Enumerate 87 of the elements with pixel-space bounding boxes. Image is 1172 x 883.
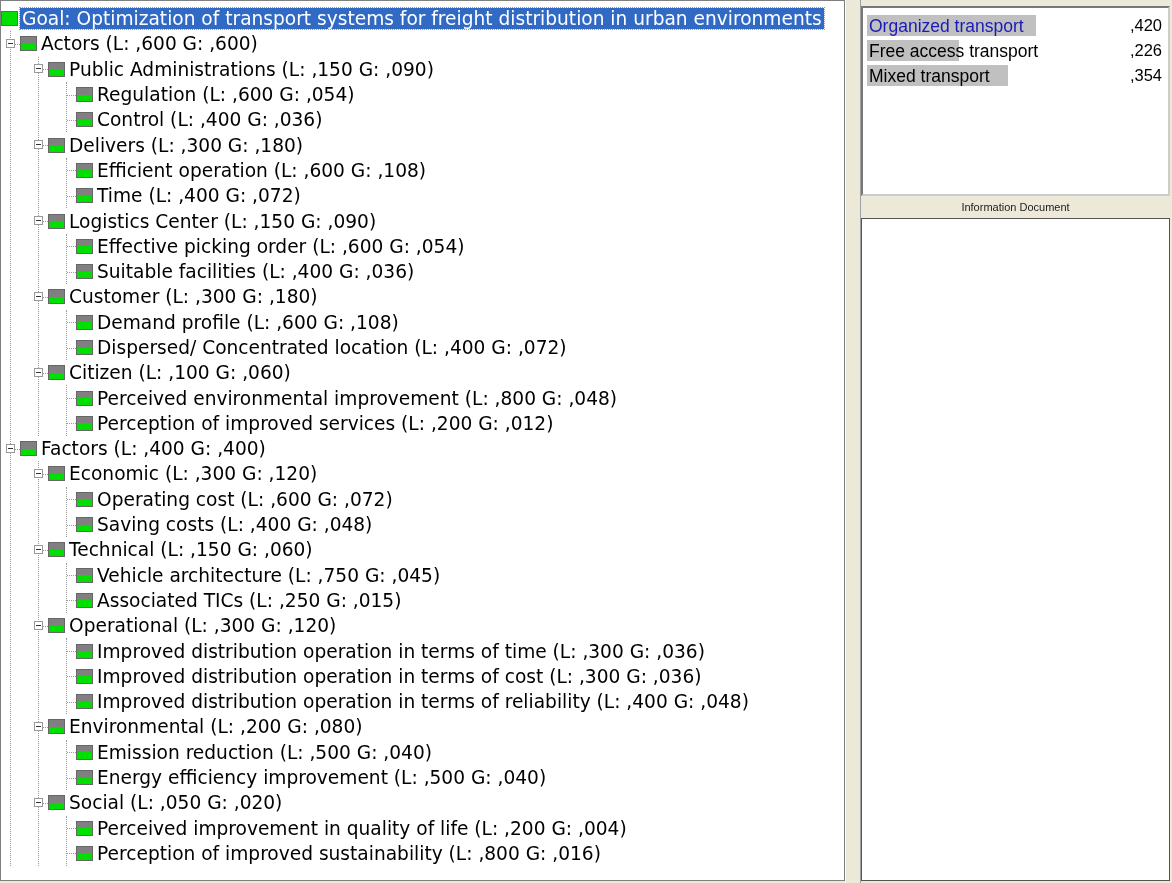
weight-icon bbox=[76, 643, 93, 659]
tree-item[interactable]: Technical (L: ,150 G: ,060) bbox=[67, 539, 315, 561]
tree-item[interactable]: Control (L: ,400 G: ,036) bbox=[95, 109, 325, 131]
tree-item[interactable]: Energy efficiency improvement (L: ,500 G: ,040) bbox=[95, 767, 549, 789]
tree-item[interactable]: Demand profile (L: ,600 G: ,108) bbox=[95, 311, 401, 333]
weight-icon bbox=[20, 441, 37, 457]
tree-item[interactable]: Economic (L: ,300 G: ,120) bbox=[67, 463, 320, 485]
weight-icon bbox=[76, 770, 93, 786]
weight-icon bbox=[76, 390, 93, 406]
weight-icon bbox=[76, 87, 93, 103]
weight-icon bbox=[48, 618, 65, 634]
weight-icon bbox=[76, 592, 93, 608]
collapse-icon[interactable] bbox=[34, 216, 43, 225]
weight-icon bbox=[76, 314, 93, 330]
weight-icon bbox=[76, 694, 93, 710]
panel-title: Information Document bbox=[960, 200, 1071, 215]
tree-item[interactable]: Public Administrations (L: ,150 G: ,090) bbox=[67, 58, 436, 80]
alternative-name[interactable]: Mixed transport bbox=[869, 65, 990, 87]
tree-item[interactable]: Operational (L: ,300 G: ,120) bbox=[67, 615, 339, 637]
collapse-icon[interactable] bbox=[6, 38, 15, 48]
tree-item[interactable]: Efficient operation (L: ,600 G: ,108) bbox=[95, 159, 429, 181]
alternative-name[interactable]: Organized transport bbox=[869, 15, 1024, 37]
collapse-icon[interactable] bbox=[34, 721, 43, 731]
weight-icon bbox=[76, 340, 93, 355]
tree-item[interactable]: Perception of improved services (L: ,200 G: ,012) bbox=[95, 412, 556, 434]
weight-icon bbox=[76, 744, 93, 760]
weight-icon bbox=[48, 466, 65, 482]
collapse-icon[interactable] bbox=[34, 291, 43, 301]
weight-icon bbox=[76, 162, 93, 178]
tree-item[interactable]: Time (L: ,400 G: ,072) bbox=[95, 185, 303, 207]
tree-item[interactable]: Improved distribution operation in terms of cost (L: ,300 G: ,036) bbox=[95, 665, 704, 687]
tree-item[interactable]: Improved distribution operation in terms of reliability (L: ,400 G: ,048) bbox=[95, 691, 751, 713]
weight-icon bbox=[48, 61, 65, 77]
weight-icon bbox=[20, 36, 37, 52]
collapse-icon[interactable] bbox=[34, 797, 43, 807]
weight-icon bbox=[76, 264, 93, 280]
tree-item[interactable]: Dispersed/ Concentrated location (L: ,400 G: ,072) bbox=[95, 337, 569, 358]
tree-item[interactable]: Associated TICs (L: ,250 G: ,015) bbox=[95, 589, 404, 611]
tree-item[interactable]: Actors (L: ,600 G: ,600) bbox=[39, 33, 260, 55]
tree-item[interactable]: Vehicle architecture (L: ,750 G: ,045) bbox=[95, 564, 443, 586]
tree-item[interactable]: Suitable facilities (L: ,400 G: ,036) bbox=[95, 261, 417, 283]
tree-item[interactable]: Factors (L: ,400 G: ,400) bbox=[39, 438, 268, 460]
tree-item[interactable]: Customer (L: ,300 G: ,180) bbox=[67, 286, 320, 308]
tree-item[interactable]: Delivers (L: ,300 G: ,180) bbox=[67, 134, 306, 156]
alternative-value: ,420 bbox=[1129, 15, 1163, 35]
weight-icon bbox=[48, 719, 65, 735]
weight-icon bbox=[48, 365, 65, 381]
tree-item[interactable]: Perception of improved sustainability (L: ,800 G: ,016) bbox=[95, 842, 603, 864]
collapse-icon[interactable] bbox=[6, 443, 15, 453]
tree-item[interactable]: Operating cost (L: ,600 G: ,072) bbox=[95, 488, 395, 510]
tree-item[interactable]: Perceived improvement in quality of life (L: ,200 G: ,004) bbox=[95, 817, 629, 839]
alternative-value: ,226 bbox=[1129, 40, 1163, 60]
weight-icon bbox=[48, 542, 65, 558]
weight-icon bbox=[48, 137, 65, 153]
splitter[interactable] bbox=[845, 0, 861, 883]
tree-item[interactable]: Goal: Optimization of transport systems for freight distribution in urban environments bbox=[20, 8, 824, 30]
tree-item[interactable]: Improved distribution operation in terms of time (L: ,300 G: ,036) bbox=[95, 640, 707, 662]
tree-item[interactable]: Regulation (L: ,600 G: ,054) bbox=[95, 84, 357, 106]
weight-icon bbox=[76, 820, 93, 836]
alternative-value: ,354 bbox=[1129, 65, 1163, 85]
collapse-icon[interactable] bbox=[34, 544, 43, 554]
tree-item[interactable]: Perceived environmental improvement (L: ,800 G: ,048) bbox=[95, 387, 620, 409]
weight-icon bbox=[48, 795, 65, 811]
weight-icon bbox=[76, 238, 93, 254]
tree-item[interactable]: Emission reduction (L: ,500 G: ,040) bbox=[95, 741, 434, 763]
tree-item[interactable]: Citizen (L: ,100 G: ,060) bbox=[67, 362, 293, 384]
weight-icon bbox=[76, 415, 93, 431]
weight-icon bbox=[48, 213, 65, 229]
tree-item[interactable]: Environmental (L: ,200 G: ,080) bbox=[67, 716, 365, 738]
weight-icon bbox=[76, 668, 93, 684]
collapse-icon[interactable] bbox=[34, 64, 43, 74]
collapse-icon[interactable] bbox=[34, 140, 43, 150]
tree-item[interactable]: Logistics Center (L: ,150 G: ,090) bbox=[67, 210, 379, 232]
weight-icon bbox=[76, 491, 93, 507]
weight-icon bbox=[76, 845, 93, 861]
collapse-icon[interactable] bbox=[34, 469, 43, 478]
tree-item[interactable]: Effective picking order (L: ,600 G: ,054) bbox=[95, 235, 467, 257]
tree-item[interactable]: Social (L: ,050 G: ,020) bbox=[67, 792, 285, 814]
tree-item[interactable]: Saving costs (L: ,400 G: ,048) bbox=[95, 514, 375, 536]
weight-icon bbox=[76, 517, 93, 533]
weight-icon bbox=[48, 289, 65, 305]
alternative-name[interactable]: Free access transport bbox=[869, 40, 1039, 62]
weight-icon bbox=[76, 112, 93, 128]
collapse-icon[interactable] bbox=[34, 620, 43, 630]
weight-icon bbox=[76, 188, 93, 204]
collapse-icon[interactable] bbox=[34, 367, 43, 377]
weight-icon bbox=[76, 567, 93, 583]
